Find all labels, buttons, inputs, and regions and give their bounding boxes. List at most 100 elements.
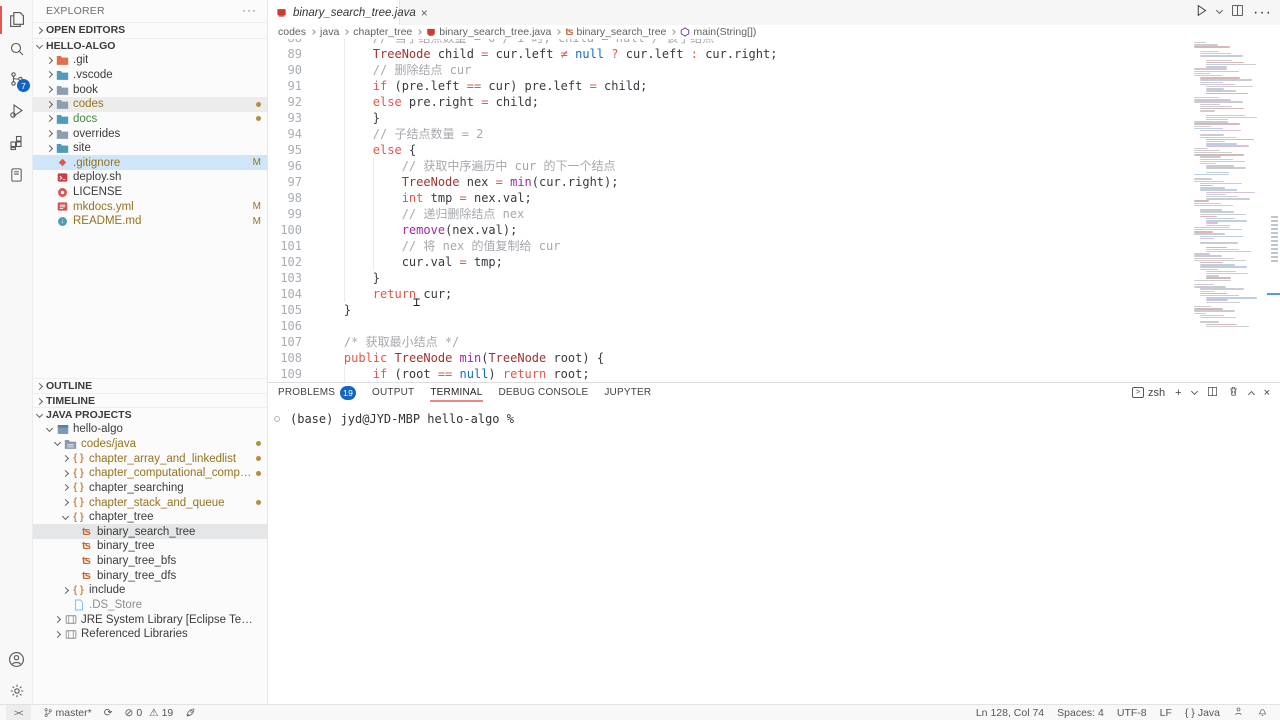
- indentation[interactable]: Spaces: 4: [1057, 707, 1104, 719]
- tree-item-binary-tree[interactable]: ʦbinary_tree: [33, 539, 267, 554]
- run-debug-icon[interactable]: [0, 96, 33, 126]
- tab-binary-search-tree[interactable]: binary_search_tree.java ×: [268, 0, 400, 25]
- tree-item-docs[interactable]: docs: [33, 112, 267, 127]
- terminal-prompt[interactable]: (base) jyd@JYD-MBP hello-algo %: [290, 412, 514, 426]
- breadcrumb-item[interactable]: codes: [278, 26, 306, 38]
- code-area[interactable]: 88 // 当子结点数量 = 0 / 1 时, child = null / 该…: [268, 39, 1190, 382]
- code-line-103[interactable]: 103 }: [268, 270, 1190, 286]
- tree-item-include[interactable]: { }include: [33, 583, 267, 598]
- problems-status[interactable]: ⊘0 ⚠19: [125, 707, 174, 719]
- code-line-94[interactable]: 94 // 子结点数量 = 2: [268, 126, 1190, 142]
- code-line-108[interactable]: 108 public TreeNode min(TreeNode root) {: [268, 350, 1190, 366]
- language-mode[interactable]: { } Java: [1185, 707, 1220, 719]
- sync-icon[interactable]: ⟳: [104, 707, 113, 719]
- tree-item-binary-search-tree[interactable]: ʦbinary_search_tree: [33, 524, 267, 539]
- tree-item-chapter-stack-and-queue[interactable]: { }chapter_stack_and_queue: [33, 495, 267, 510]
- tree-item-overrides[interactable]: overrides: [33, 126, 267, 141]
- panel-tab-terminal[interactable]: TERMINAL: [430, 383, 482, 402]
- split-terminal-icon[interactable]: [1207, 386, 1218, 400]
- eol[interactable]: LF: [1160, 707, 1172, 719]
- tree-item--gitignore[interactable]: .gitignoreM: [33, 155, 267, 170]
- tree-item-codes-java[interactable]: codes/java: [33, 437, 267, 452]
- notebook-icon[interactable]: [0, 160, 33, 190]
- tree-item-deploy-sh[interactable]: deploy.sh: [33, 170, 267, 185]
- code-line-97[interactable]: 97 TreeNode nex = min(cur.right);: [268, 174, 1190, 190]
- code-line-99[interactable]: 99 // 递归删除结点 nex: [268, 206, 1190, 222]
- tree-item--vscode[interactable]: .vscode: [33, 68, 267, 83]
- extensions-icon[interactable]: [0, 128, 33, 158]
- code-line-93[interactable]: 93 }: [268, 110, 1190, 126]
- code-line-101[interactable]: 101 // 将 nex 的值复制给 cur: [268, 238, 1190, 254]
- breadcrumb-item[interactable]: chapter_tree: [353, 26, 412, 38]
- code-line-105[interactable]: 105 }: [268, 302, 1190, 318]
- timeline-section[interactable]: TIMELINE: [33, 393, 267, 408]
- code-line-106[interactable]: 106: [268, 318, 1190, 334]
- terminal-dropdown-icon[interactable]: [1191, 387, 1198, 394]
- tree-item-binary-tree-bfs[interactable]: ʦbinary_tree_bfs: [33, 554, 267, 569]
- explorer-icon[interactable]: [0, 4, 33, 34]
- panel-tab-problems[interactable]: PROBLEMS19: [278, 383, 356, 402]
- cursor-position[interactable]: Ln 128, Col 74: [976, 707, 1044, 719]
- code-line-89[interactable]: 89 TreeNode child = cur.left ≠ null ? cu…: [268, 46, 1190, 62]
- code-line-104[interactable]: 104 return cur;: [268, 286, 1190, 302]
- outline-section[interactable]: OUTLINE: [33, 378, 267, 393]
- encoding[interactable]: UTF-8: [1117, 707, 1147, 719]
- notifications-bell-icon[interactable]: [1257, 706, 1268, 720]
- code-line-92[interactable]: 92 else pre.right = child;: [268, 94, 1190, 110]
- kill-terminal-icon[interactable]: [1228, 385, 1239, 400]
- git-branch-status[interactable]: master*: [43, 707, 92, 719]
- tree-item-jre-system-library-eclipse-temurin-17-17-[interactable]: JRE System Library [Eclipse Temurin 17 […: [33, 612, 267, 627]
- maximize-panel-icon[interactable]: [1248, 390, 1255, 397]
- run-dropdown-icon[interactable]: [1216, 7, 1223, 14]
- code-line-95[interactable]: 95 else {: [268, 142, 1190, 158]
- tree-item-chapter-computational-complexity[interactable]: { }chapter_computational_complexity: [33, 466, 267, 481]
- tab-close-icon[interactable]: ×: [421, 6, 428, 20]
- breadcrumb-item[interactable]: binary_search_tree.java: [426, 26, 551, 38]
- tree-item-book[interactable]: book: [33, 82, 267, 97]
- code-line-102[interactable]: 102 cur.val = tmp;: [268, 254, 1190, 270]
- code-line-100[interactable]: 100 remove(nex.val);: [268, 222, 1190, 238]
- search-icon[interactable]: [0, 34, 33, 64]
- tree-item-binary-tree-dfs[interactable]: ʦbinary_tree_dfs: [33, 568, 267, 583]
- rocket-icon[interactable]: [185, 707, 196, 718]
- remote-indicator[interactable]: ><: [6, 705, 31, 720]
- tree-item-chapter-tree[interactable]: { }chapter_tree: [33, 510, 267, 525]
- tree-item-mkdocs-yml[interactable]: mkdocs.ymlM: [33, 199, 267, 214]
- panel-tab-output[interactable]: OUTPUT: [372, 383, 414, 402]
- breadcrumb-item[interactable]: ʦbinary_search_tree: [565, 26, 666, 38]
- code-line-91[interactable]: 91 if (pre.left == cur) pre.left = child…: [268, 78, 1190, 94]
- panel-tab-jupyter[interactable]: JUPYTER: [604, 383, 651, 402]
- explorer-more-actions-icon[interactable]: ···: [242, 3, 257, 17]
- terminal-profile[interactable]: > zsh: [1132, 387, 1165, 399]
- code-line-96[interactable]: 96 // 获取中序遍历中 cur 的下一个结点: [268, 158, 1190, 174]
- tree-item-referenced-libraries[interactable]: Referenced Libraries: [33, 627, 267, 642]
- tree-item-codes[interactable]: codes: [33, 97, 267, 112]
- tree-item--ds-store[interactable]: .DS_Store: [33, 598, 267, 613]
- tree-item-readme-md[interactable]: iREADME.mdM: [33, 214, 267, 229]
- java-status-icon[interactable]: [1233, 706, 1244, 720]
- run-button[interactable]: [1195, 4, 1208, 22]
- new-terminal-icon[interactable]: +: [1175, 387, 1181, 399]
- overview-ruler[interactable]: [1268, 0, 1280, 382]
- java-projects-section[interactable]: JAVA PROJECTS: [33, 407, 267, 422]
- account-icon[interactable]: [0, 644, 33, 674]
- code-line-98[interactable]: 98 int tmp = nex.val;: [268, 190, 1190, 206]
- code-line-90[interactable]: 90 // 删除结点 cur: [268, 62, 1190, 78]
- code-line-88[interactable]: 88 // 当子结点数量 = 0 / 1 时, child = null / 该…: [268, 39, 1190, 46]
- tree-item-license[interactable]: LICENSE: [33, 185, 267, 200]
- open-editors-section[interactable]: OPEN EDITORS: [33, 22, 267, 37]
- settings-gear-icon[interactable]: [0, 676, 33, 706]
- panel-tab-debug-console[interactable]: DEBUG CONSOLE: [499, 383, 589, 402]
- tree-item-chapter-array-and-linkedlist[interactable]: { }chapter_array_and_linkedlist: [33, 451, 267, 466]
- code-line-109[interactable]: 109 if (root == null) return root;: [268, 366, 1190, 382]
- split-editor-icon[interactable]: [1231, 4, 1244, 22]
- tree-item-chapter-searching[interactable]: { }chapter_searching: [33, 481, 267, 496]
- code-line-107[interactable]: 107 /* 获取最小结点 */: [268, 334, 1190, 350]
- tree-item-hello-algo[interactable]: hello-algo: [33, 422, 267, 437]
- tree-item--git[interactable]: .git: [33, 53, 267, 68]
- minimap[interactable]: [1190, 39, 1268, 382]
- source-control-icon[interactable]: 7: [0, 64, 33, 94]
- breadcrumb-item[interactable]: java: [320, 26, 339, 38]
- close-panel-icon[interactable]: ×: [1264, 387, 1270, 399]
- tree-item-site[interactable]: site: [33, 141, 267, 156]
